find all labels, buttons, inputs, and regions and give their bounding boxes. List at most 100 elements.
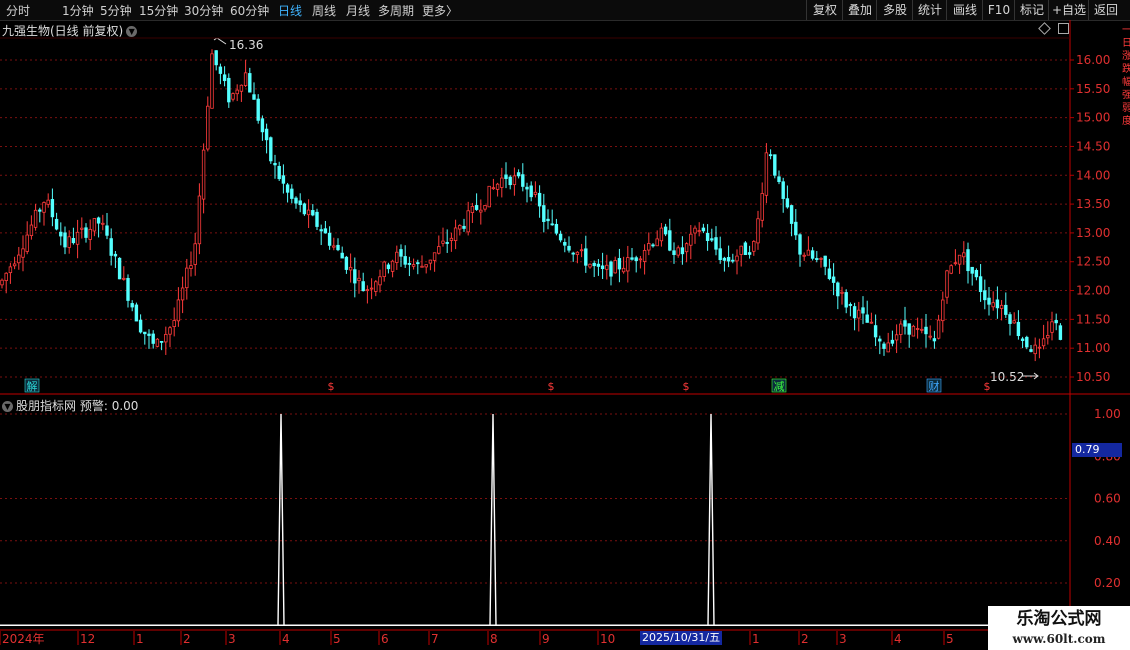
- candle-body: [470, 205, 475, 213]
- candle-body: [722, 257, 727, 261]
- candle-body: [512, 175, 517, 186]
- candle-body: [344, 256, 349, 270]
- candle-body: [718, 248, 722, 261]
- candle-body: [987, 297, 991, 305]
- candle-body: [600, 265, 605, 270]
- candle-body: [672, 250, 676, 255]
- candle-body: [869, 321, 874, 324]
- candle-body: [491, 187, 496, 190]
- candle-body: [101, 222, 105, 225]
- candle-body: [130, 303, 134, 308]
- candle-body: [105, 225, 109, 236]
- candle-body: [957, 254, 962, 265]
- candle-body: [684, 243, 689, 253]
- candle-body: [306, 209, 311, 216]
- candle-body: [714, 237, 718, 250]
- candle-body: [890, 339, 895, 344]
- candle-body: [164, 333, 168, 343]
- candle-body: [1012, 320, 1016, 324]
- candle-body: [239, 84, 244, 92]
- candle-body: [298, 200, 302, 206]
- candle-body: [865, 314, 869, 323]
- candle-body: [357, 277, 361, 282]
- candle-body: [810, 250, 815, 259]
- candle-body: [663, 226, 668, 235]
- candle-body: [411, 264, 416, 267]
- event-markers: 解 $ $ $ 减 财 $: [24, 378, 991, 393]
- candle-body: [651, 244, 655, 247]
- price-tick-label: 13.50: [1076, 197, 1110, 211]
- candle-body: [92, 218, 97, 232]
- chart-canvas[interactable]: 16.36 10.52 16.00 15.50 15.00 14.50 14.00 13.5…: [0, 0, 1130, 650]
- date-axis-label: 9: [542, 632, 550, 646]
- candle-body: [495, 183, 500, 190]
- candle-body: [894, 334, 899, 341]
- candle-body: [365, 289, 370, 292]
- candle-body: [96, 217, 101, 224]
- candle-body: [621, 267, 626, 273]
- price-tick-label: 12.00: [1076, 284, 1110, 298]
- candle-body: [290, 188, 294, 199]
- event-marker-label: 减: [774, 380, 785, 393]
- candle-body: [697, 230, 701, 232]
- candle-body: [75, 231, 80, 245]
- candle-body: [928, 335, 932, 338]
- candle-body: [46, 199, 50, 205]
- candle-body: [441, 240, 445, 244]
- candle-body: [693, 227, 697, 234]
- price-tick-label: 14.50: [1076, 139, 1110, 153]
- candle-body: [407, 263, 412, 265]
- price-tick-label: 14.00: [1076, 168, 1110, 182]
- candle-body: [453, 227, 458, 241]
- candle-body: [617, 258, 622, 270]
- candle-body: [189, 265, 193, 269]
- candle-body: [747, 252, 752, 255]
- candle-body: [1041, 338, 1046, 347]
- candle-body: [143, 331, 147, 335]
- candle-body: [432, 252, 437, 261]
- candle-body: [264, 128, 269, 141]
- candle-body: [12, 263, 17, 267]
- price-tick-label: 15.50: [1076, 82, 1110, 96]
- event-marker-label: 财: [929, 379, 940, 393]
- candle-body: [483, 205, 487, 210]
- event-marker-label: 解: [27, 379, 38, 393]
- candle-body: [109, 238, 113, 256]
- candle-body: [71, 238, 76, 244]
- candle-body: [479, 209, 483, 213]
- candle-body: [529, 185, 533, 198]
- date-axis-label: 3: [228, 632, 236, 646]
- candle-body: [789, 205, 794, 224]
- candle-body: [361, 281, 365, 292]
- candle-body: [269, 137, 273, 162]
- candle-body: [80, 227, 84, 230]
- candle-body: [395, 251, 399, 263]
- candle-body: [1029, 349, 1033, 352]
- price-tick-label: 15.00: [1076, 111, 1110, 125]
- low-price-label: 10.52: [990, 370, 1024, 384]
- candle-body: [38, 209, 42, 212]
- date-axis-label: 8: [490, 632, 498, 646]
- price-tick-label: 11.00: [1076, 341, 1110, 355]
- candle-body: [197, 195, 202, 245]
- candle-body: [773, 154, 777, 176]
- candle-body: [882, 343, 886, 349]
- candle-body: [609, 261, 613, 277]
- candle-body: [323, 228, 328, 234]
- candle-body: [218, 66, 223, 74]
- candle-body: [558, 233, 563, 241]
- candle-body: [504, 174, 508, 179]
- candle-body: [983, 290, 987, 301]
- candle-body: [546, 218, 550, 222]
- candle-body: [4, 272, 8, 282]
- candle-body: [819, 257, 823, 260]
- candle-body: [424, 264, 428, 268]
- candle-body: [67, 236, 71, 248]
- candle-body: [873, 325, 878, 338]
- candle-body: [117, 257, 122, 280]
- grid-lines: [0, 59, 1070, 584]
- candle-body: [537, 192, 542, 207]
- candle-body: [33, 209, 38, 228]
- candle-body: [63, 232, 67, 248]
- candle-body: [201, 149, 206, 200]
